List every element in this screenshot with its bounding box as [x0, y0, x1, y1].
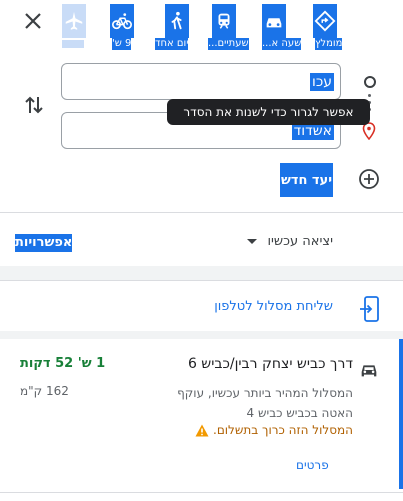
chevron-down-icon — [247, 239, 258, 244]
mode-label: מומלץ — [315, 38, 343, 50]
section-gap — [0, 266, 403, 280]
section-gap — [0, 331, 403, 339]
origin-value: עכו — [310, 73, 334, 91]
divider — [0, 212, 403, 213]
mode-bike[interactable]: 9 ש' — [110, 2, 140, 50]
add-destination-button[interactable]: יעד חדש — [280, 163, 333, 197]
origin-dot-icon — [364, 76, 376, 88]
close-icon — [25, 13, 41, 29]
car-icon — [361, 365, 377, 377]
route-toll-warning: המסלול הזה כרוך בתשלום. — [195, 423, 353, 437]
route-details-link[interactable]: פרטים — [296, 458, 329, 472]
route-description-line: המסלול המהיר ביותר עכשיו, עוקף — [177, 386, 353, 400]
route-description: המסלול המהיר ביותר עכשיו, עוקף האטה בכבי… — [113, 383, 353, 423]
divider — [0, 280, 403, 281]
route-distance: 162 ק"מ — [20, 384, 69, 398]
train-icon — [212, 4, 236, 38]
toll-warning-text: המסלול הזה כרוך בתשלום. — [213, 423, 353, 437]
add-destination-icon[interactable] — [358, 168, 380, 190]
route-card[interactable]: דרך כביש יצחק רבין/כביש 6 1 ש' 52 דקות 1… — [0, 339, 403, 489]
mode-label: שעתיים... — [208, 38, 249, 50]
mode-label: שעה א... — [262, 38, 302, 50]
airplane-icon — [62, 4, 86, 38]
departure-label: יציאה עכשיו — [267, 234, 333, 249]
walk-icon — [165, 4, 189, 38]
swap-icon — [25, 96, 43, 114]
mode-label: 9 ש' — [112, 38, 132, 50]
bike-icon — [110, 4, 134, 38]
reorder-tooltip: אפשר לגרור כדי לשנות את הסדר — [167, 99, 370, 125]
mode-label: יום אחד — [155, 38, 189, 50]
send-to-phone-row[interactable]: שליחת מסלול לטלפון — [0, 289, 403, 331]
route-description-line: האטה בכביש כביש 4 — [246, 406, 353, 420]
divider — [0, 492, 403, 493]
route-title: דרך כביש יצחק רבין/כביש 6 — [187, 356, 353, 372]
mode-flight[interactable] — [62, 2, 86, 50]
mode-transit[interactable]: שעתיים... — [208, 2, 256, 50]
options-link[interactable]: אפשרויות — [15, 234, 73, 252]
close-button[interactable] — [22, 10, 44, 32]
swap-button[interactable] — [22, 93, 46, 117]
origin-field[interactable]: עכו — [61, 63, 341, 100]
car-icon — [262, 4, 286, 38]
departure-select[interactable]: יציאה עכשיו — [247, 234, 333, 249]
route-selected-indicator — [399, 339, 403, 489]
warning-icon — [195, 424, 209, 436]
mode-car[interactable]: שעה א... — [262, 2, 302, 50]
mode-label-placeholder — [62, 40, 84, 48]
route-duration: 1 ש' 52 דקות — [20, 356, 106, 371]
directions-icon — [313, 4, 337, 38]
send-to-phone-label: שליחת מסלול לטלפון — [214, 299, 333, 314]
send-to-phone-icon — [360, 296, 379, 322]
mode-walk[interactable]: יום אחד — [155, 2, 201, 50]
mode-recommended[interactable]: מומלץ — [311, 2, 343, 50]
